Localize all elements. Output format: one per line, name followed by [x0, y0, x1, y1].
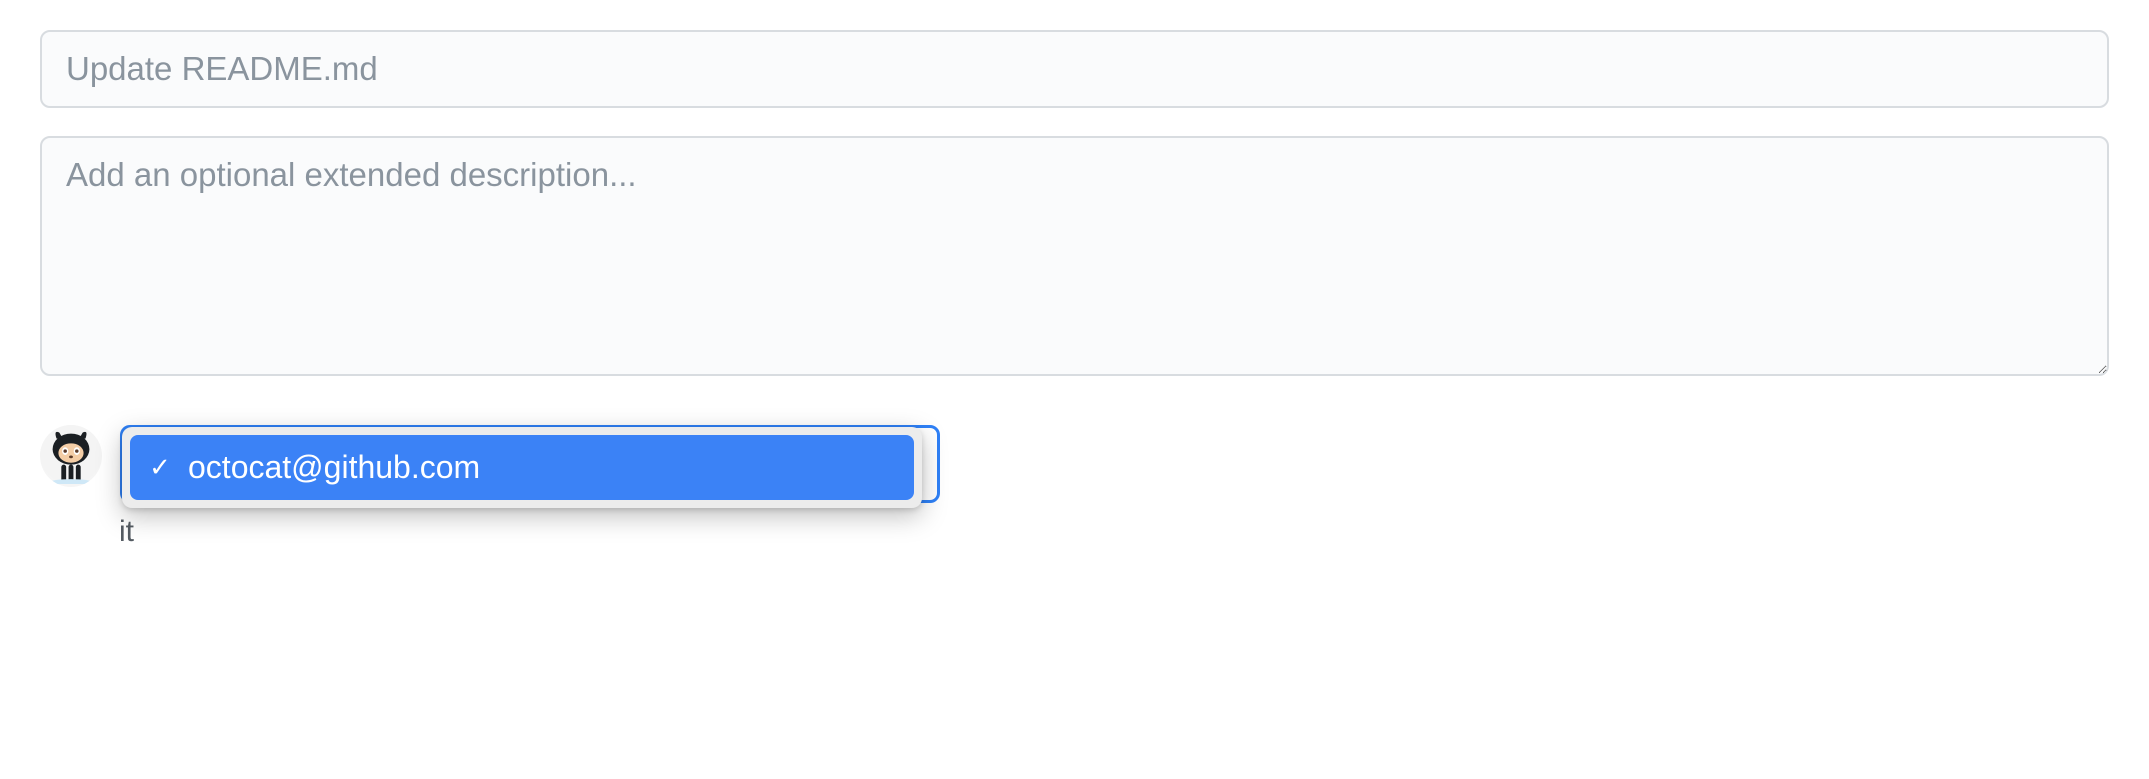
dropdown-option-label: octocat@github.com [188, 449, 480, 486]
partial-hint-text: it [119, 515, 134, 549]
commit-summary-input[interactable] [40, 30, 2109, 108]
avatar [40, 425, 102, 487]
commit-description-input[interactable] [40, 136, 2109, 376]
commit-author-row: it ✓ octocat@github.com [40, 425, 2109, 487]
octocat-icon [40, 425, 102, 487]
dropdown-option-selected[interactable]: ✓ octocat@github.com [130, 435, 914, 500]
check-icon: ✓ [148, 452, 172, 483]
author-email-dropdown[interactable]: ✓ octocat@github.com [122, 427, 922, 508]
